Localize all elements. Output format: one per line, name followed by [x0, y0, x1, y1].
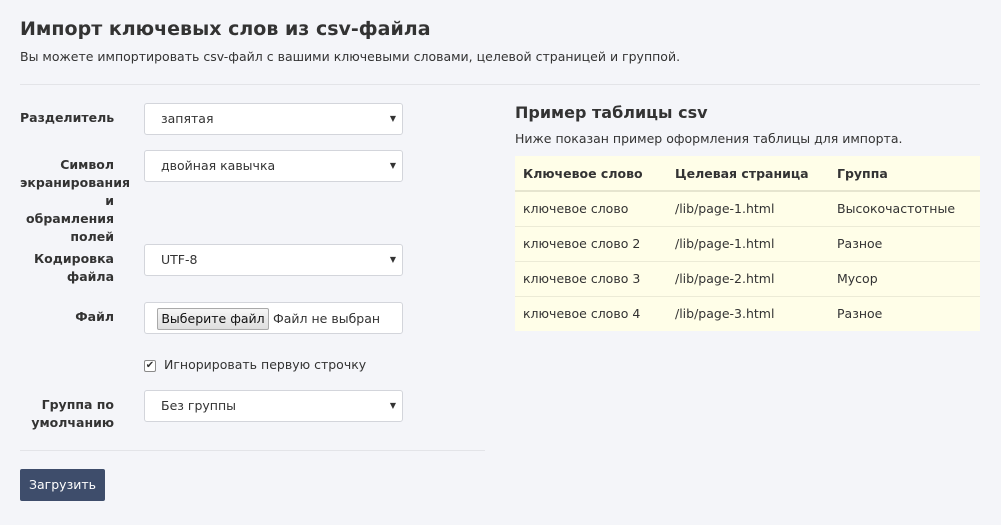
column-header-target-page: Целевая страница	[667, 156, 829, 192]
file-input[interactable]: Выберите файл Файл не выбран	[144, 302, 403, 334]
escape-label-line: полей	[70, 229, 114, 244]
example-title: Пример таблицы csv	[515, 103, 708, 122]
upload-button[interactable]: Загрузить	[20, 469, 105, 501]
default-group-label-line: Группа по	[41, 397, 114, 412]
default-group-select[interactable]: Без группы ▼	[144, 390, 403, 422]
example-subtitle: Ниже показан пример оформления таблицы д…	[515, 131, 903, 146]
chevron-down-icon: ▼	[389, 255, 396, 264]
table-cell: ключевое слово 2	[515, 226, 667, 262]
column-header-group: Группа	[829, 156, 980, 192]
default-group-label-line: умолчанию	[31, 415, 114, 430]
example-csv-table: Ключевое слово Целевая страница Группа к…	[515, 156, 980, 331]
table-cell: Разное	[829, 226, 980, 262]
table-cell: Разное	[837, 306, 883, 322]
file-label: Файл	[75, 309, 114, 324]
table-cell: ключевое слово 4	[523, 306, 641, 322]
chevron-down-icon: ▼	[389, 401, 396, 410]
chevron-down-icon: ▼	[389, 114, 396, 123]
separator-label: Разделитель	[20, 110, 115, 125]
ignore-first-row-label: Игнорировать первую строчку	[164, 357, 367, 372]
encoding-select[interactable]: UTF-8 ▼	[144, 244, 403, 276]
table-row: ключевое слово 4 /lib/page-3.html Разное	[515, 296, 980, 331]
column-header-keyword: Ключевое слово	[515, 156, 667, 192]
table-row: ключевое слово 2 /lib/page-1.html Разное	[515, 226, 980, 262]
default-group-select-value: Без группы	[161, 398, 236, 413]
ignore-first-row-checkbox[interactable]: ✔	[144, 360, 156, 372]
checkmark-icon: ✔	[145, 360, 155, 371]
escape-label-line: Символ	[60, 157, 114, 172]
form-divider	[20, 450, 485, 451]
escape-label-line: и обрамления	[26, 193, 114, 226]
encoding-label: Кодировка файла	[20, 250, 114, 286]
table-row: ключевое слово 3 /lib/page-2.html Мусор	[515, 261, 980, 297]
separator-select-value: запятая	[161, 111, 214, 126]
page-subtitle: Вы можете импортировать csv-файл с вашим…	[20, 49, 681, 64]
table-cell: ключевое слово 3	[515, 261, 667, 297]
page-title: Импорт ключевых слов из csv-файла	[20, 18, 431, 40]
escape-label-line: экранирования	[20, 175, 130, 190]
encoding-select-value: UTF-8	[161, 252, 198, 267]
escape-label: Символ экранирования и обрамления полей	[20, 156, 130, 246]
table-cell: Мусор	[829, 261, 980, 297]
default-group-label: Группа по умолчанию	[20, 396, 114, 432]
chevron-down-icon: ▼	[389, 161, 396, 170]
table-cell: /lib/page-2.html	[667, 261, 829, 297]
table-cell: Высокочастотные	[829, 191, 980, 227]
table-row: ключевое слово /lib/page-1.html Высокоча…	[515, 191, 980, 227]
table-cell: /lib/page-1.html	[667, 226, 829, 262]
header-divider	[20, 84, 980, 85]
import-page: Импорт ключевых слов из csv-файла Вы мож…	[0, 0, 1001, 525]
escape-select[interactable]: двойная кавычка ▼	[144, 150, 403, 182]
table-cell: ключевое слово	[515, 191, 667, 227]
escape-select-value: двойная кавычка	[161, 158, 276, 173]
separator-select[interactable]: запятая ▼	[144, 103, 403, 135]
choose-file-button[interactable]: Выберите файл	[157, 308, 269, 330]
encoding-label-line: Кодировка	[33, 251, 114, 266]
table-cell: /lib/page-1.html	[667, 191, 829, 227]
file-status: Файл не выбран	[273, 311, 381, 326]
encoding-label-line: файла	[66, 269, 114, 284]
table-header-row: Ключевое слово Целевая страница Группа	[515, 156, 980, 192]
table-cell: /lib/page-3.html	[675, 306, 775, 322]
